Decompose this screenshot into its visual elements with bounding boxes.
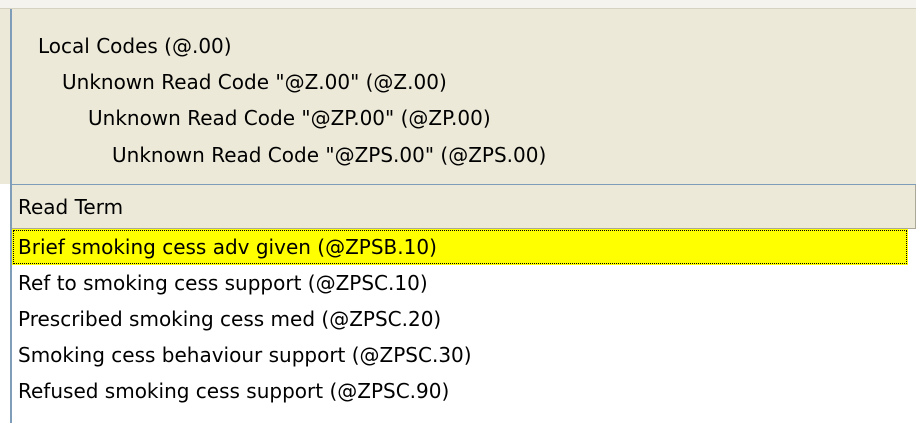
list-item-selected[interactable]: Brief smoking cess adv given (@ZPSB.10) xyxy=(12,229,908,265)
column-header-label: Read Term xyxy=(18,195,124,219)
code-hierarchy-panel: Local Codes (@.00) Unknown Read Code "@Z… xyxy=(0,0,916,184)
read-code-browser: Local Codes (@.00) Unknown Read Code "@Z… xyxy=(0,0,916,423)
list-item[interactable]: Refused smoking cess support (@ZPSC.90) xyxy=(12,373,916,409)
list-rows: Brief smoking cess adv given (@ZPSB.10) … xyxy=(12,229,916,409)
panel-left-edge xyxy=(10,9,12,184)
list-item[interactable]: Prescribed smoking cess med (@ZPSC.20) xyxy=(12,301,916,337)
hierarchy-level-zps[interactable]: Unknown Read Code "@ZPS.00" (@ZPS.00) xyxy=(112,143,546,167)
panel-top-border xyxy=(0,0,916,9)
list-item[interactable]: Smoking cess behaviour support (@ZPSC.30… xyxy=(12,337,916,373)
read-term-list[interactable]: Read Term Brief smoking cess adv given (… xyxy=(10,184,916,423)
column-header-read-term[interactable]: Read Term xyxy=(12,185,916,228)
hierarchy-level-z[interactable]: Unknown Read Code "@Z.00" (@Z.00) xyxy=(62,70,447,94)
hierarchy-level-zp[interactable]: Unknown Read Code "@ZP.00" (@ZP.00) xyxy=(88,106,491,130)
list-item[interactable]: Ref to smoking cess support (@ZPSC.10) xyxy=(12,265,916,301)
list-column-header: Read Term xyxy=(12,185,916,229)
hierarchy-level-local-codes[interactable]: Local Codes (@.00) xyxy=(38,34,232,58)
